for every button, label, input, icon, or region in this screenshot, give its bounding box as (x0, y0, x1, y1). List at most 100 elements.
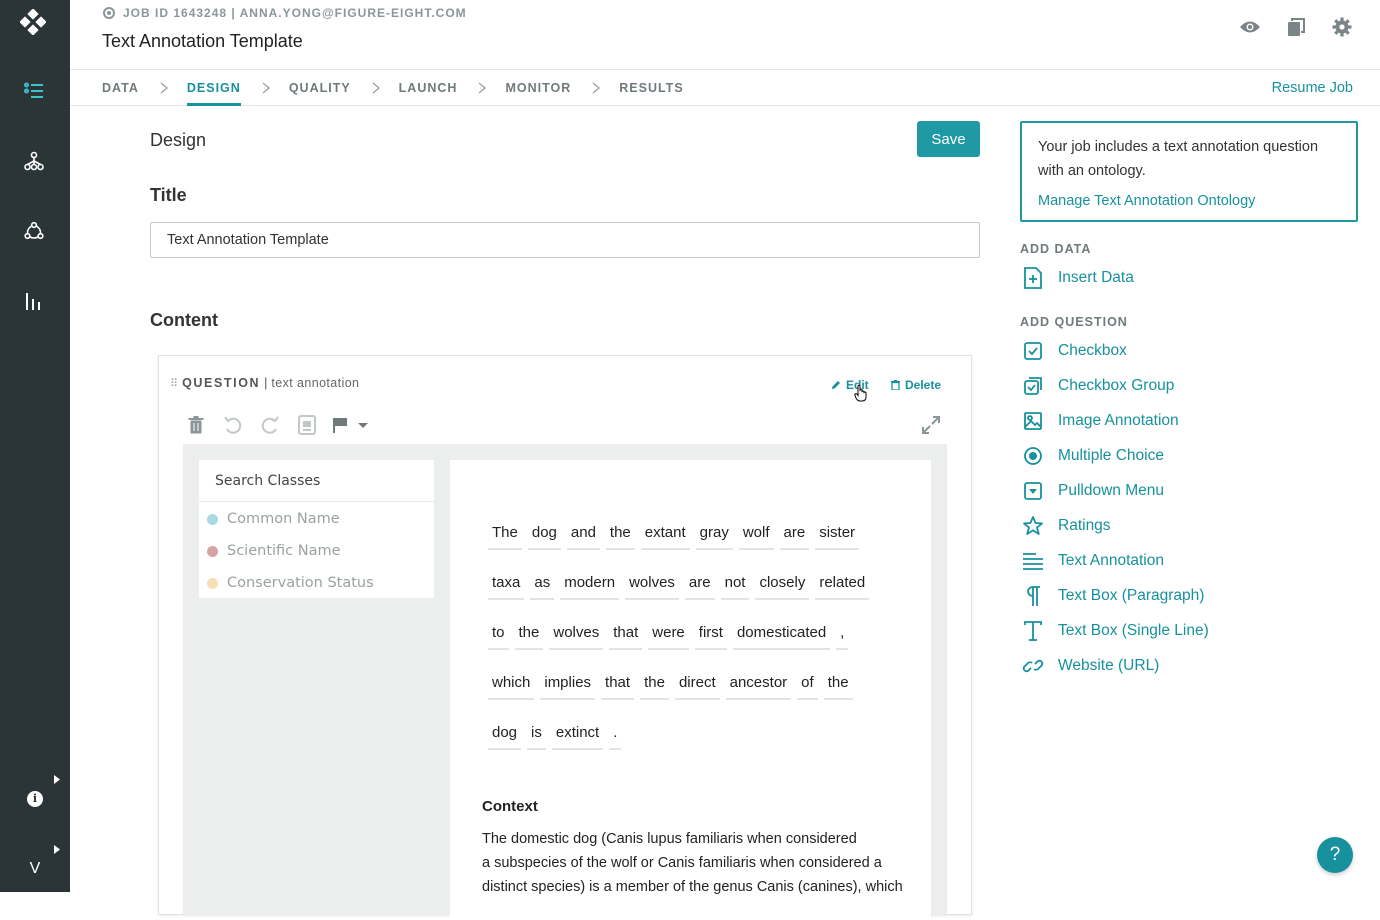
add-question-option[interactable]: Text Box (Single Line) (1020, 618, 1209, 644)
undo-icon[interactable] (220, 413, 246, 437)
add-question-option[interactable]: Checkbox (1020, 338, 1127, 364)
token[interactable]: of (797, 666, 818, 700)
add-question-option[interactable]: Website (URL) (1020, 653, 1159, 679)
class-color-dot (207, 577, 218, 589)
token[interactable]: The (488, 516, 522, 550)
token[interactable]: . (609, 716, 622, 750)
manage-ontology-link[interactable]: Manage Text Annotation Ontology (1038, 193, 1340, 209)
token[interactable]: dog (527, 516, 561, 550)
token[interactable]: are (684, 566, 715, 600)
search-classes-input[interactable]: Search Classes (199, 460, 434, 502)
token[interactable]: extant (640, 516, 690, 550)
token[interactable]: dog (488, 716, 522, 750)
insert-data-icon (1020, 266, 1046, 290)
token[interactable]: the (605, 516, 635, 550)
class-item[interactable]: Scientific Name (199, 535, 434, 567)
workflow-icon[interactable] (22, 149, 46, 173)
copy-icon[interactable] (1284, 16, 1308, 38)
token[interactable]: are (779, 516, 810, 550)
token[interactable]: , (836, 616, 849, 650)
token[interactable]: closely (755, 566, 810, 600)
token[interactable]: as (530, 566, 555, 600)
token[interactable]: to (488, 616, 509, 650)
token[interactable]: the (640, 666, 669, 700)
token[interactable]: and (566, 516, 600, 550)
question-option-label: Checkbox (1058, 342, 1127, 359)
token[interactable]: taxa (488, 566, 525, 600)
token[interactable]: ancestor (725, 666, 792, 700)
token[interactable]: that (609, 616, 643, 650)
question-type-label: QUESTION (182, 376, 261, 390)
flag-dropdown-icon[interactable] (331, 413, 371, 437)
token[interactable]: the (514, 616, 544, 650)
jobs-list-icon[interactable] (22, 79, 46, 103)
logo-icon[interactable] (19, 8, 47, 36)
add-question-option[interactable]: Text Box (Paragraph) (1020, 583, 1204, 609)
class-item[interactable]: Conservation Status (199, 567, 434, 599)
delete-question-button[interactable]: Delete (891, 378, 941, 392)
step-quality[interactable]: QUALITY (289, 70, 351, 106)
token[interactable]: which (488, 666, 535, 700)
analytics-icon[interactable] (22, 289, 46, 313)
token[interactable]: gray (695, 516, 733, 550)
token[interactable]: wolves (549, 616, 604, 650)
token[interactable]: first (694, 616, 727, 650)
resume-job-link[interactable]: Resume Job (1272, 80, 1353, 96)
token[interactable]: wolves (625, 566, 679, 600)
class-item[interactable]: Common Name (199, 503, 434, 535)
job-meta-text: JOB ID 1643248 | ANNA.YONG@FIGURE-EIGHT.… (123, 6, 467, 20)
class-label: Common Name (227, 511, 340, 527)
token[interactable]: modern (560, 566, 620, 600)
token[interactable]: that (601, 666, 635, 700)
help-button[interactable]: ? (1317, 837, 1353, 873)
preview-eye-icon[interactable] (1238, 16, 1262, 38)
add-question-option[interactable]: Pulldown Menu (1020, 478, 1164, 504)
token[interactable]: direct (674, 666, 720, 700)
token[interactable]: domesticated (732, 616, 831, 650)
checkbox-group-icon (1020, 374, 1046, 398)
step-design[interactable]: DESIGN (186, 70, 241, 106)
class-label: Conservation Status (227, 575, 374, 591)
token[interactable]: wolf (738, 516, 774, 550)
job-status-icon (103, 7, 115, 19)
add-question-option[interactable]: Multiple Choice (1020, 443, 1164, 469)
save-button[interactable]: Save (917, 121, 980, 157)
settings-gear-icon[interactable] (1330, 16, 1354, 38)
title-label: Title (150, 185, 187, 205)
title-input[interactable]: Text Annotation Template (150, 222, 980, 258)
step-results[interactable]: RESULTS (619, 70, 683, 106)
add-question-option[interactable]: Ratings (1020, 513, 1111, 539)
class-color-dot (207, 513, 218, 525)
chevron-right-icon (592, 81, 601, 94)
header-actions (1238, 16, 1354, 38)
step-monitor[interactable]: MONITOR (505, 70, 571, 106)
info-icon[interactable]: i (27, 791, 43, 807)
token[interactable]: were (648, 616, 689, 650)
annotation-toolbar (183, 406, 947, 444)
token[interactable]: not (720, 566, 750, 600)
token[interactable]: related (815, 566, 870, 600)
step-data[interactable]: DATA (102, 70, 139, 106)
clear-annotations-icon[interactable] (294, 413, 320, 437)
network-icon[interactable] (22, 219, 46, 243)
token[interactable]: the (823, 666, 853, 700)
user-avatar[interactable]: V (24, 860, 46, 880)
insert-data-option[interactable]: Insert Data (1020, 265, 1134, 291)
token[interactable]: sister (815, 516, 860, 550)
token[interactable]: implies (540, 666, 596, 700)
step-launch[interactable]: LAUNCH (399, 70, 458, 106)
drag-handle-icon[interactable]: ⠿ (170, 377, 178, 390)
add-question-option[interactable]: Text Annotation (1020, 548, 1164, 574)
expand-caret-icon[interactable] (54, 841, 62, 854)
redo-icon[interactable] (257, 413, 283, 437)
question-option-label: Text Annotation (1058, 552, 1164, 569)
fullscreen-icon[interactable] (919, 413, 943, 437)
expand-caret-icon[interactable] (54, 771, 62, 784)
add-question-option[interactable]: Checkbox Group (1020, 373, 1174, 399)
token[interactable]: is (527, 716, 546, 750)
content-label: Content (150, 310, 218, 330)
token[interactable]: extinct (551, 716, 604, 750)
image-icon (1020, 409, 1046, 433)
add-question-option[interactable]: Image Annotation (1020, 408, 1179, 434)
trash-icon[interactable] (183, 413, 209, 437)
